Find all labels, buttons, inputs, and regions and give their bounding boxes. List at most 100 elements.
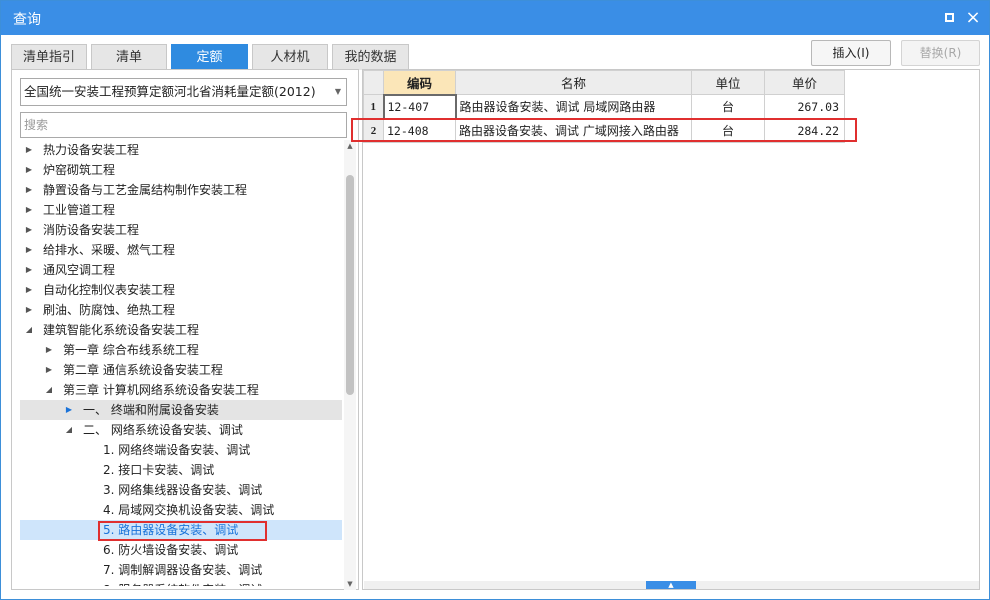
tree-node-label: 第一章 综合布线系统工程 bbox=[63, 343, 199, 357]
collapsed-arrow-icon[interactable]: ▶ bbox=[24, 240, 34, 260]
scroll-up-icon[interactable]: ▲ bbox=[344, 140, 356, 152]
column-header-unit[interactable]: 单位 bbox=[691, 70, 765, 95]
insert-button[interactable]: 插入(I) bbox=[811, 40, 891, 66]
collapsed-arrow-icon[interactable]: ▶ bbox=[24, 220, 34, 240]
quota-grid: 编码 名称 单位 单价 1 12-407 路由器设备安装、调试 局域网路由器 台… bbox=[363, 70, 845, 143]
maximize-button[interactable] bbox=[939, 8, 959, 28]
search-input[interactable] bbox=[20, 112, 347, 138]
tab-list-guide[interactable]: 清单指引 bbox=[11, 44, 87, 70]
query-dialog: 查询 × 清单指引 清单 定额 人材机 我的数据 插入(I) 替换(R) 全国统… bbox=[0, 0, 990, 600]
tree-node-label: 7. 调制解调器设备安装、调试 bbox=[103, 563, 263, 577]
tree-node[interactable]: ▶ 消防设备安装工程 bbox=[20, 220, 342, 240]
tree-node-label: 6. 防火墙设备安装、调试 bbox=[103, 543, 239, 557]
tree-node-label: 通风空调工程 bbox=[43, 263, 116, 277]
collapsed-arrow-icon[interactable]: ▶ bbox=[24, 300, 34, 320]
tree-node[interactable]: 1. 网络终端设备安装、调试 bbox=[20, 440, 342, 460]
tree-node[interactable]: ▶ 炉窑砌筑工程 bbox=[20, 160, 342, 180]
cell-unit[interactable]: 台 bbox=[691, 94, 765, 119]
table-row[interactable]: 1 12-407 路由器设备安装、调试 局域网路由器 台 267.03 bbox=[363, 93, 845, 120]
tree-node-label: 静置设备与工艺金属结构制作安装工程 bbox=[43, 183, 248, 197]
tree-node-label: 工业管道工程 bbox=[43, 203, 116, 217]
tree-node-label: 刷油、防腐蚀、绝热工程 bbox=[43, 303, 176, 317]
column-header-price[interactable]: 单价 bbox=[764, 70, 845, 95]
tree-node-label: 5. 路由器设备安装、调试 bbox=[103, 523, 239, 537]
cell-unit[interactable]: 台 bbox=[691, 118, 765, 143]
tab-quota[interactable]: 定额 bbox=[171, 44, 248, 70]
tree-node-label: 2. 接口卡安装、调试 bbox=[103, 463, 215, 477]
tree-node[interactable]: ◢ 二、 网络系统设备安装、调试 bbox=[20, 420, 342, 440]
maximize-icon bbox=[944, 13, 954, 22]
tree-node-label: 二、 网络系统设备安装、调试 bbox=[83, 423, 243, 437]
expanded-arrow-icon[interactable]: ◢ bbox=[24, 320, 34, 340]
collapsed-arrow-icon[interactable]: ▶ bbox=[24, 140, 34, 160]
collapsed-arrow-icon[interactable]: ▶ bbox=[24, 180, 34, 200]
cell-code[interactable]: 12-408 bbox=[383, 118, 456, 143]
title-bar[interactable]: 查询 × bbox=[1, 1, 989, 35]
tree-node-label: 给排水、采暖、燃气工程 bbox=[43, 243, 176, 257]
tree-node[interactable]: 8. 服务器系统软件安装、调试 bbox=[20, 580, 342, 586]
column-header-code[interactable]: 编码 bbox=[383, 70, 456, 95]
tree-node[interactable]: 5. 路由器设备安装、调试 bbox=[20, 520, 342, 540]
tree-node-label: 第二章 通信系统设备安装工程 bbox=[63, 363, 223, 377]
quota-tree-panel: 全国统一安装工程预算定额河北省消耗量定额(2012) ▼ ▶ 热力设备安装工程 ▶ 炉… bbox=[11, 69, 359, 590]
expanded-arrow-icon[interactable]: ◢ bbox=[44, 380, 54, 400]
tree-node[interactable]: ◢ 第三章 计算机网络系统设备安装工程 bbox=[20, 380, 342, 400]
tree-node[interactable]: ▶ 热力设备安装工程 bbox=[20, 140, 342, 160]
collapsed-arrow-icon[interactable]: ▶ bbox=[44, 360, 54, 380]
tree-node[interactable]: 3. 网络集线器设备安装、调试 bbox=[20, 480, 342, 500]
cell-name[interactable]: 路由器设备安装、调试 广域网接入路由器 bbox=[455, 118, 692, 143]
collapsed-arrow-icon[interactable]: ▶ bbox=[24, 280, 34, 300]
tree-node[interactable]: ▶ 第一章 综合布线系统工程 bbox=[20, 340, 342, 360]
tree-node[interactable]: 4. 局域网交换机设备安装、调试 bbox=[20, 500, 342, 520]
tab-labor-material-machine[interactable]: 人材机 bbox=[252, 44, 328, 70]
close-button[interactable]: × bbox=[963, 8, 983, 28]
tree-node[interactable]: ▶ 刷油、防腐蚀、绝热工程 bbox=[20, 300, 342, 320]
tree-node-label: 第三章 计算机网络系统设备安装工程 bbox=[63, 383, 259, 397]
tree-node-label: 自动化控制仪表安装工程 bbox=[43, 283, 176, 297]
scroll-thumb[interactable] bbox=[346, 175, 354, 395]
tree-node-label: 8. 服务器系统软件安装、调试 bbox=[103, 580, 262, 586]
close-icon: × bbox=[965, 7, 981, 28]
scroll-down-icon[interactable]: ▼ bbox=[344, 578, 356, 590]
row-number[interactable]: 2 bbox=[363, 118, 384, 143]
window-title: 查询 bbox=[13, 12, 41, 28]
tree-node[interactable]: 7. 调制解调器设备安装、调试 bbox=[20, 560, 342, 580]
tree-node[interactable]: ▶ 第二章 通信系统设备安装工程 bbox=[20, 360, 342, 380]
expanded-arrow-icon[interactable]: ◢ bbox=[64, 420, 74, 440]
grid-header-row: 编码 名称 单位 单价 bbox=[363, 70, 845, 95]
collapsed-arrow-icon[interactable]: ▶ bbox=[24, 260, 34, 280]
quota-library-value: 全国统一安装工程预算定额河北省消耗量定额(2012) bbox=[24, 84, 316, 99]
tree-scrollbar[interactable]: ▲ ▼ bbox=[344, 140, 356, 590]
cell-price[interactable]: 267.03 bbox=[764, 94, 845, 119]
tab-list[interactable]: 清单 bbox=[91, 44, 167, 70]
tree-node[interactable]: ▶ 自动化控制仪表安装工程 bbox=[20, 280, 342, 300]
replace-button[interactable]: 替换(R) bbox=[901, 40, 980, 66]
tree-node[interactable]: ▶ 一、 终端和附属设备安装 bbox=[20, 400, 342, 420]
tree-node-label: 炉窑砌筑工程 bbox=[43, 163, 116, 177]
tree-node[interactable]: ▶ 工业管道工程 bbox=[20, 200, 342, 220]
chapter-tree: ▶ 热力设备安装工程 ▶ 炉窑砌筑工程 ▶ 静置设备与工艺金属结构制作安装工程 ▶ 工业管道工… bbox=[20, 140, 342, 586]
tree-node[interactable]: ▶ 静置设备与工艺金属结构制作安装工程 bbox=[20, 180, 342, 200]
cell-name[interactable]: 路由器设备安装、调试 局域网路由器 bbox=[455, 94, 692, 119]
tree-node[interactable]: ▶ 给排水、采暖、燃气工程 bbox=[20, 240, 342, 260]
quota-library-select[interactable]: 全国统一安装工程预算定额河北省消耗量定额(2012) ▼ bbox=[20, 78, 347, 106]
tree-node[interactable]: ▶ 通风空调工程 bbox=[20, 260, 342, 280]
collapsed-arrow-icon[interactable]: ▶ bbox=[24, 200, 34, 220]
table-row[interactable]: 2 12-408 路由器设备安装、调试 广域网接入路由器 台 284.22 bbox=[363, 118, 845, 143]
cell-code[interactable]: 12-407 bbox=[382, 93, 457, 120]
tree-node[interactable]: 2. 接口卡安装、调试 bbox=[20, 460, 342, 480]
tree-node[interactable]: 6. 防火墙设备安装、调试 bbox=[20, 540, 342, 560]
tree-node-label: 1. 网络终端设备安装、调试 bbox=[103, 443, 251, 457]
column-header-name[interactable]: 名称 bbox=[455, 70, 692, 95]
cell-price[interactable]: 284.22 bbox=[764, 118, 845, 143]
collapsed-arrow-icon[interactable]: ▶ bbox=[24, 160, 34, 180]
tree-node-label: 3. 网络集线器设备安装、调试 bbox=[103, 483, 263, 497]
splitter-grip-icon[interactable]: ▲ bbox=[646, 581, 696, 589]
tree-node[interactable]: ◢ 建筑智能化系统设备安装工程 bbox=[20, 320, 342, 340]
tree-node-label: 建筑智能化系统设备安装工程 bbox=[43, 323, 200, 337]
collapsed-arrow-icon[interactable]: ▶ bbox=[64, 400, 74, 420]
row-number[interactable]: 1 bbox=[363, 94, 384, 119]
tab-my-data[interactable]: 我的数据 bbox=[332, 44, 409, 70]
collapsed-arrow-icon[interactable]: ▶ bbox=[44, 340, 54, 360]
tree-node-label: 4. 局域网交换机设备安装、调试 bbox=[103, 503, 275, 517]
